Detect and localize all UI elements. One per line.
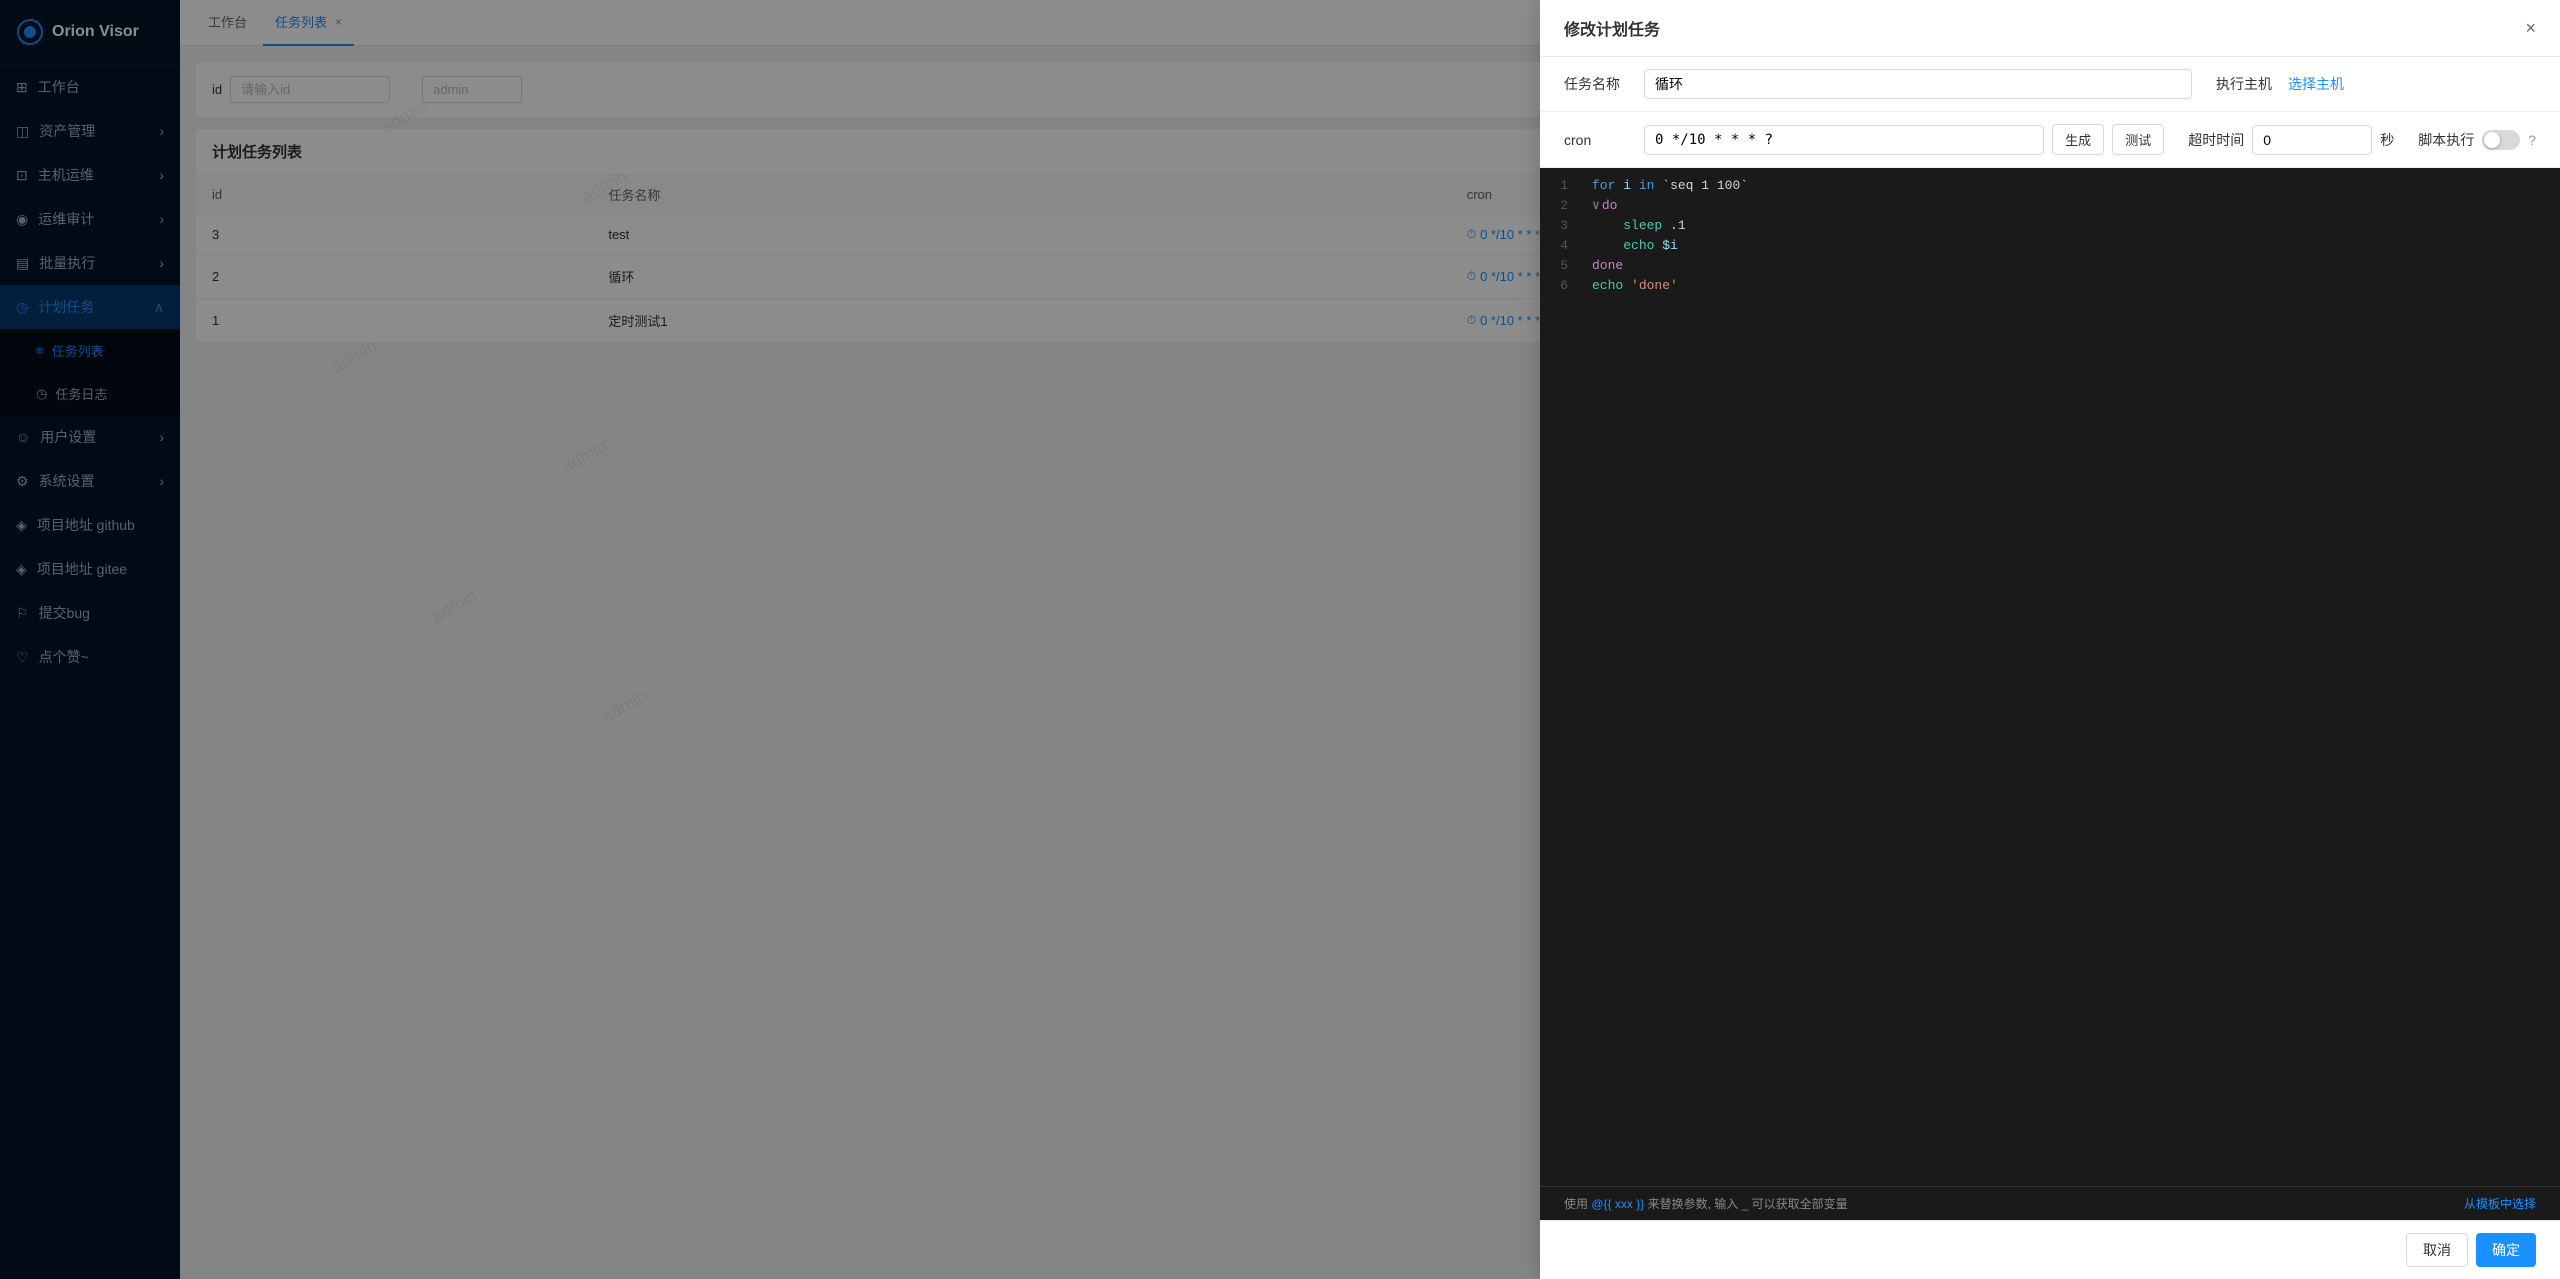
timeout-group: 超时时间 秒 脚本执行 ? [2188,125,2536,155]
task-name-input[interactable] [1644,69,2192,99]
task-name-label: 任务名称 [1564,74,1644,94]
code-editor-container: 1 2 3 4 5 6 for i in `seq 1 100` ∨do sle… [1540,168,2560,1220]
exec-host-group: 执行主机 选择主机 [2216,74,2536,94]
cron-label: cron [1564,132,1644,148]
modal-footer: 取消 确定 [1540,1220,2560,1279]
code-content: for i in `seq 1 100` ∨do sleep .1 echo $… [1580,176,2560,1178]
code-line-3: sleep .1 [1592,216,2548,236]
generate-button[interactable]: 生成 [2052,124,2104,155]
code-line-6: echo 'done' [1592,276,2548,296]
toggle-knob [2484,132,2500,148]
timeout-label: 超时时间 [2188,130,2244,150]
modal-title: 修改计划任务 [1564,16,1660,40]
task-name-row: 任务名称 执行主机 选择主机 [1540,57,2560,112]
editor-footer: 使用 @{{ xxx }} 来替换参数, 输入 _ 可以获取全部变量 从模板中选… [1540,1186,2560,1220]
line-numbers: 1 2 3 4 5 6 [1540,176,1580,1178]
script-exec-toggle[interactable] [2482,130,2520,150]
confirm-button[interactable]: 确定 [2476,1233,2536,1267]
modal-header: 修改计划任务 × [1540,0,2560,57]
code-line-2: ∨do [1592,196,2548,216]
timeout-input[interactable] [2252,125,2372,155]
cron-row: cron 生成 测试 超时时间 秒 脚本执行 ? [1540,112,2560,168]
code-line-4: echo $i [1592,236,2548,256]
fold-icon[interactable]: ∨ [1592,198,1600,213]
script-exec-label: 脚本执行 [2418,130,2474,150]
cancel-button[interactable]: 取消 [2406,1233,2468,1267]
modal-close-button[interactable]: × [2525,19,2536,37]
exec-host-label: 执行主机 [2216,74,2272,94]
modal-body: 任务名称 执行主机 选择主机 cron 生成 测试 超时时间 秒 脚本执行 ? [1540,57,2560,1220]
editor-hint: 使用 @{{ xxx }} 来替换参数, 输入 _ 可以获取全部变量 [1564,1195,1848,1212]
test-button[interactable]: 测试 [2112,124,2164,155]
edit-task-modal: 修改计划任务 × 任务名称 执行主机 选择主机 cron 生成 测试 超时时间 … [1540,0,2560,1279]
cron-input[interactable] [1644,125,2044,155]
template-link[interactable]: 从模板中选择 [2464,1195,2536,1212]
help-icon[interactable]: ? [2528,132,2536,148]
code-editor[interactable]: 1 2 3 4 5 6 for i in `seq 1 100` ∨do sle… [1540,168,2560,1186]
select-host-button[interactable]: 选择主机 [2280,74,2536,94]
timeout-unit: 秒 [2380,130,2394,150]
code-line-1: for i in `seq 1 100` [1592,176,2548,196]
code-line-5: done [1592,256,2548,276]
